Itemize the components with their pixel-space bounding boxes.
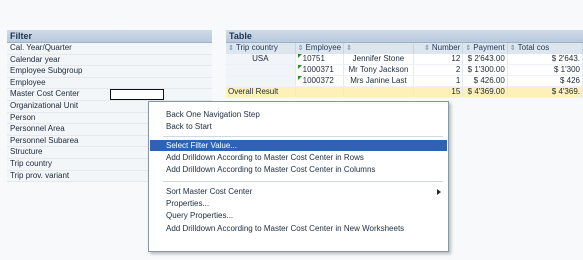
menu-item-back-one-step[interactable]: Back One Navigation Step	[150, 109, 447, 120]
sort-icon: ⇕	[346, 45, 352, 52]
table-cell[interactable]: 15	[413, 86, 464, 98]
filter-item-label: Trip prov. variant	[10, 170, 70, 180]
table-cell[interactable]: $ 1'300	[507, 64, 583, 76]
table-cell[interactable]: $ 4'369.00	[462, 86, 508, 98]
table-cell[interactable]: Overall Result	[226, 86, 296, 98]
filter-item-label: Person	[10, 112, 36, 122]
menu-item-drilldown-new-worksheets[interactable]: Add Drilldown According to Master Cost C…	[150, 223, 447, 234]
table-cell[interactable]: Mr Tony Jackson	[343, 64, 414, 76]
table-cell[interactable]: 1000371	[295, 64, 345, 76]
table-cell[interactable]: $ 426	[507, 75, 583, 87]
context-menu: Back One Navigation Step Back to Start S…	[148, 101, 449, 252]
filter-item-label: Organizational Unit	[10, 100, 79, 110]
table-row: 1000371 Mr Tony Jackson 2 $ 1'300.00 $ 1…	[226, 64, 583, 76]
table-row: USA 10751 Jennifer Stone 12 $ 2'643.00 $…	[226, 54, 583, 65]
sort-icon: ⇕	[424, 45, 430, 52]
filter-item-label: Calendar year	[10, 54, 61, 64]
menu-item-sort[interactable]: Sort Master Cost Center	[150, 186, 447, 197]
table-cell[interactable]: USA	[226, 54, 296, 65]
table-cell[interactable]: $ 2'643.	[507, 54, 583, 65]
table-cell[interactable]: $ 4'369.	[507, 86, 583, 98]
table-cell[interactable]: 1	[413, 75, 464, 87]
filter-item-label: Personnel Subarea	[10, 135, 79, 145]
filter-item[interactable]: Employee	[7, 78, 212, 90]
menu-item-label: Sort Master Cost Center	[166, 187, 253, 196]
filter-item-label: Trip country	[10, 158, 52, 168]
menu-item-drilldown-rows[interactable]: Add Drilldown According to Master Cost C…	[150, 152, 447, 163]
table-cell[interactable]: 12	[413, 54, 464, 65]
filter-item-label: Structure	[10, 147, 43, 157]
filter-panel-title: Filter	[7, 30, 212, 43]
table-cell[interactable]: $ 1'300.00	[462, 64, 508, 76]
table-cell[interactable]: 1000372	[295, 75, 345, 87]
filter-item-label: Employee Subgroup	[10, 66, 83, 76]
menu-item-back-to-start[interactable]: Back to Start	[150, 121, 447, 132]
column-header[interactable]: ⇕ Employee	[295, 43, 345, 54]
table-header-row: ⇕ Trip country ⇕ Employee ⇕ ⇕ Number ⇕ Payme…	[226, 43, 583, 54]
menu-item-select-filter-value[interactable]: Select Filter Value...	[150, 140, 447, 151]
filter-item[interactable]: Calendar year	[7, 55, 212, 67]
sort-icon: ⇕	[465, 45, 472, 52]
workbook-canvas: Filter Cal. Year/Quarter Calendar year E…	[0, 0, 583, 260]
sort-icon: ⇕	[509, 45, 516, 52]
table-cell[interactable]	[226, 75, 296, 87]
overall-result-row: Overall Result 15 $ 4'369.00 $ 4'369.	[226, 86, 583, 98]
menu-item-properties[interactable]: Properties...	[150, 198, 447, 209]
table-cell[interactable]: Jennifer Stone	[343, 54, 414, 65]
table-cell[interactable]: $ 2'643.00	[462, 54, 508, 65]
table-panel-title: Table	[226, 30, 583, 43]
drilldown-marker-icon	[297, 54, 302, 58]
filter-item-label: Master Cost Center	[10, 89, 80, 99]
menu-separator	[163, 136, 443, 137]
drilldown-marker-icon	[297, 65, 302, 69]
menu-item-query-properties[interactable]: Query Properties...	[150, 210, 447, 221]
filter-item-master-cost-center[interactable]: Master Cost Center	[7, 89, 212, 101]
sort-icon: ⇕	[297, 45, 304, 52]
column-header[interactable]: ⇕	[343, 43, 414, 54]
sort-icon: ⇕	[228, 45, 234, 52]
filter-item[interactable]: Employee Subgroup	[7, 66, 212, 78]
filter-item-label: Employee	[10, 77, 46, 87]
table-row: 1000372 Mrs Janine Last 1 $ 426.00 $ 426	[226, 75, 583, 87]
table-cell[interactable]: Mrs Janine Last	[343, 75, 414, 87]
column-header[interactable]: ⇕ Number	[413, 43, 464, 54]
table-cell[interactable]: 10751	[295, 54, 345, 65]
menu-separator	[163, 181, 443, 182]
table-cell[interactable]: 2	[413, 64, 464, 76]
menu-item-drilldown-columns[interactable]: Add Drilldown According to Master Cost C…	[150, 164, 447, 175]
table-panel: Table ⇕ Trip country ⇕ Employee ⇕ ⇕ Number …	[226, 30, 583, 98]
table-cell[interactable]: $ 426.00	[462, 75, 508, 87]
column-header[interactable]: ⇕ Total cos	[507, 43, 583, 54]
table-cell[interactable]	[343, 86, 414, 98]
results-table: ⇕ Trip country ⇕ Employee ⇕ ⇕ Number ⇕ Payme…	[226, 43, 583, 98]
filter-item-label: Personnel Area	[10, 124, 65, 134]
submenu-arrow-icon	[437, 189, 441, 195]
column-header[interactable]: ⇕ Payment	[462, 43, 508, 54]
table-cell[interactable]	[295, 86, 345, 98]
table-cell[interactable]	[226, 64, 296, 76]
filter-item[interactable]: Cal. Year/Quarter	[7, 43, 212, 55]
column-header[interactable]: ⇕ Trip country	[226, 43, 296, 54]
drilldown-marker-icon	[297, 76, 302, 80]
filter-item-label: Cal. Year/Quarter	[10, 43, 72, 52]
filter-value-cell[interactable]	[110, 89, 164, 100]
